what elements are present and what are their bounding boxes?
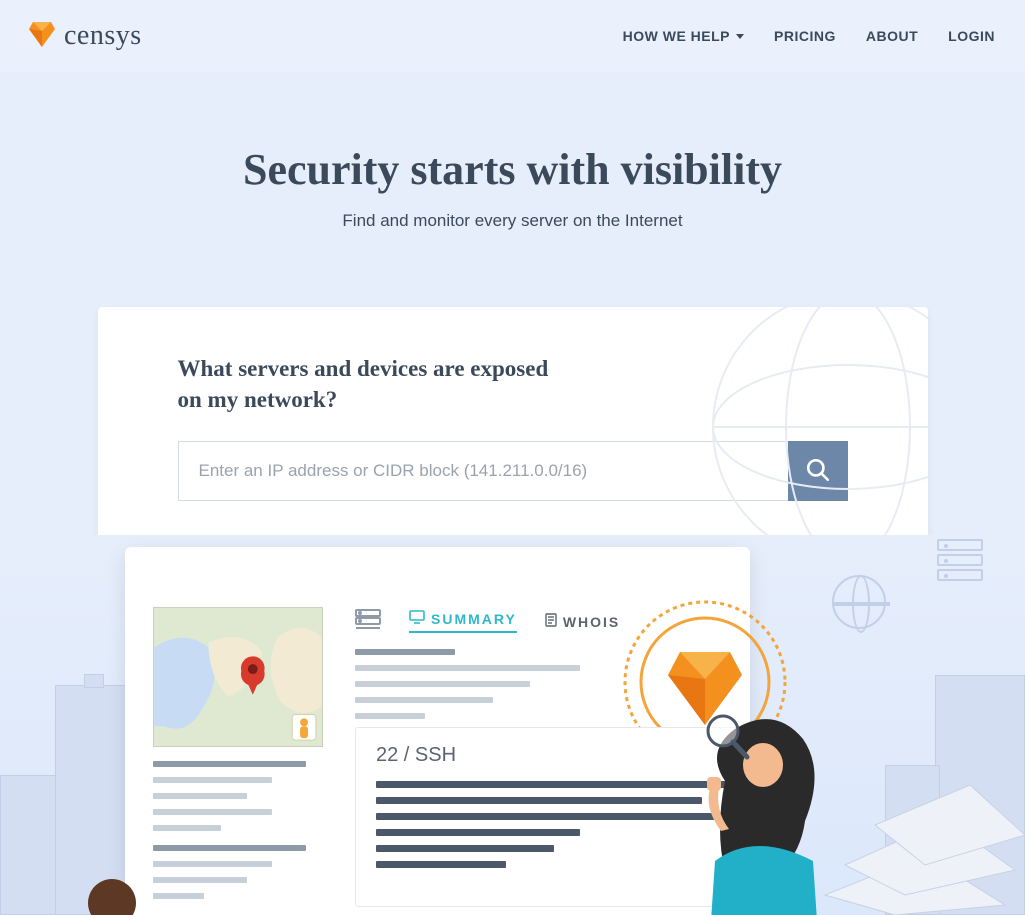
search-row xyxy=(178,441,848,501)
nav-how-we-help-label: HOW WE HELP xyxy=(623,28,730,44)
search-prompt: What servers and devices are exposed on … xyxy=(178,353,558,415)
hero-subtitle: Find and monitor every server on the Int… xyxy=(20,211,1005,231)
nav-login[interactable]: LOGIN xyxy=(948,28,995,44)
nav-pricing-label: PRICING xyxy=(774,28,836,44)
magnifier-icon xyxy=(697,709,753,765)
hero: Security starts with visibility Find and… xyxy=(0,72,1025,267)
tab-summary: SUMMARY xyxy=(409,610,517,633)
nav-how-we-help[interactable]: HOW WE HELP xyxy=(623,28,744,44)
nav-about-label: ABOUT xyxy=(866,28,918,44)
search-input[interactable] xyxy=(178,441,788,501)
server-rack-icon xyxy=(937,539,983,584)
mockup-left-lines xyxy=(153,761,323,909)
search-card: What servers and devices are exposed on … xyxy=(98,307,928,553)
mockup-tabs: SUMMARY WHOIS xyxy=(355,609,620,634)
globe-icon xyxy=(832,575,886,629)
result-mockup: SUMMARY WHOIS 22 / SSH xyxy=(125,547,750,915)
tab-whois: WHOIS xyxy=(545,613,620,630)
nav-about[interactable]: ABOUT xyxy=(866,28,918,44)
search-icon xyxy=(805,457,831,486)
navbar: censys HOW WE HELP PRICING ABOUT LOGIN xyxy=(0,0,1025,72)
hero-title: Security starts with visibility xyxy=(20,144,1005,195)
search-button[interactable] xyxy=(788,441,848,501)
brand-name: censys xyxy=(64,20,142,52)
map-thumbnail xyxy=(153,607,323,747)
nav-links: HOW WE HELP PRICING ABOUT LOGIN xyxy=(623,28,995,44)
server-icon xyxy=(355,609,381,634)
tab-summary-label: SUMMARY xyxy=(431,611,517,627)
chevron-down-icon xyxy=(736,34,744,39)
mockup-summary-lines xyxy=(355,649,605,729)
document-icon xyxy=(545,613,557,630)
globe-decor-icon xyxy=(698,307,928,553)
monitor-icon xyxy=(409,610,425,627)
nav-login-label: LOGIN xyxy=(948,28,995,44)
brand-logo-link[interactable]: censys xyxy=(28,19,142,54)
nav-pricing[interactable]: PRICING xyxy=(774,28,836,44)
tab-whois-label: WHOIS xyxy=(563,614,620,630)
hero-illustration: SUMMARY WHOIS 22 / SSH xyxy=(0,535,1025,915)
logo-icon xyxy=(28,19,56,54)
